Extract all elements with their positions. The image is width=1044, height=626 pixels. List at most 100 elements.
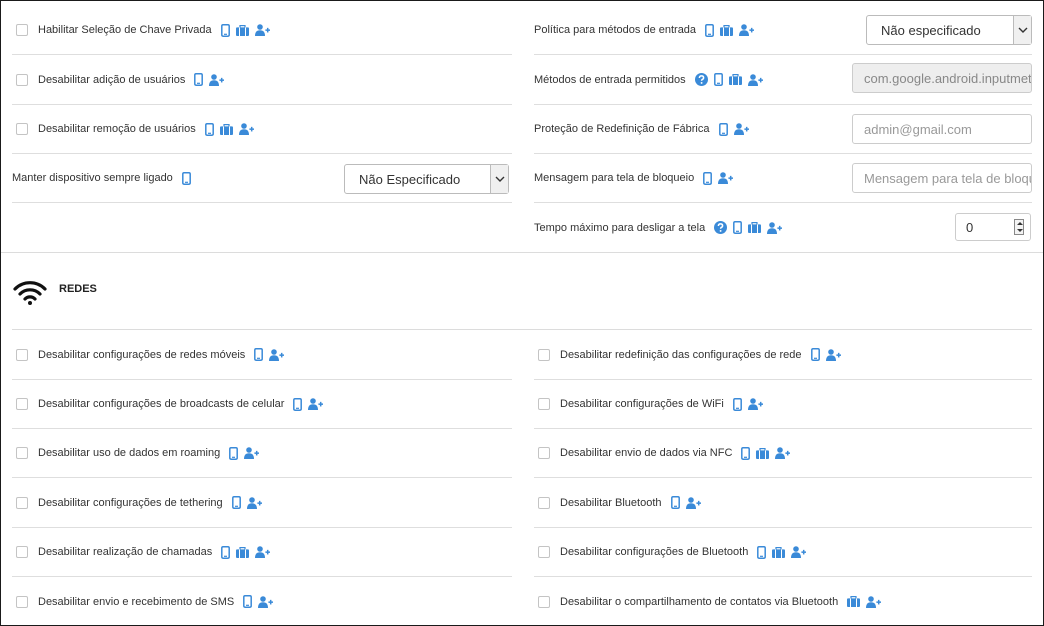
phone-icon <box>757 545 767 559</box>
phone-icon <box>229 446 239 460</box>
checkbox-disable-network-reset[interactable] <box>538 348 550 361</box>
factory-reset-email-input[interactable]: admin@gmail.com <box>852 114 1032 144</box>
select-value: Não especificado <box>881 22 981 38</box>
briefcase-icon <box>219 123 233 135</box>
checkbox-disable-bluetooth-contact-sharing[interactable] <box>538 595 550 608</box>
setting-label: Habilitar Seleção de Chave Privada <box>38 24 212 36</box>
add-user-icon <box>733 123 749 135</box>
setting-label: Tempo máximo para desligar a tela <box>534 221 706 234</box>
phone-icon <box>703 171 713 185</box>
add-user-icon <box>308 398 324 410</box>
setting-label: Política para métodos de entrada <box>534 24 697 36</box>
add-user-icon <box>747 398 763 410</box>
setting-label: Desabilitar o compartilhamento de contat… <box>560 595 839 608</box>
setting-label: Desabilitar configurações de tethering <box>38 496 223 509</box>
briefcase-icon <box>756 447 770 459</box>
row-disable-data-roaming: Desabilitar uso de dados em roaming <box>12 429 512 478</box>
setting-label: Desabilitar envio e recebimento de SMS <box>38 595 235 608</box>
add-user-icon <box>685 496 701 509</box>
row-disable-bluetooth-contact-sharing: Desabilitar o compartilhamento de contat… <box>534 577 1032 626</box>
setting-label: Proteção de Redefinição de Fábrica <box>534 123 710 135</box>
briefcase-icon <box>772 546 786 558</box>
row-disable-cell-broadcasts: Desabilitar configurações de broadcasts … <box>12 380 512 429</box>
checkbox-disable-nfc[interactable] <box>538 447 550 459</box>
phone-icon <box>194 73 204 86</box>
briefcase-icon <box>748 222 762 233</box>
setting-label: Desabilitar configurações de WiFi <box>560 398 724 410</box>
setting-label: Desabilitar redefinição das configuraçõe… <box>560 348 802 361</box>
row-disable-nfc: Desabilitar envio de dados via NFC <box>534 429 1032 478</box>
checkbox-disable-mobile-networks[interactable] <box>16 348 28 361</box>
section-title: REDES <box>59 283 97 295</box>
add-user-icon <box>739 24 755 36</box>
add-user-icon <box>866 595 882 608</box>
briefcase-icon <box>235 24 249 36</box>
setting-label: Desabilitar configurações de Bluetooth <box>560 546 749 558</box>
checkbox-disable-cell-broadcasts[interactable] <box>16 398 28 410</box>
row-disable-bluetooth: Desabilitar Bluetooth <box>534 478 1032 528</box>
phone-icon <box>231 496 241 509</box>
phone-icon <box>713 73 723 86</box>
checkbox-private-key-selection[interactable] <box>16 24 28 36</box>
setting-label: Desabilitar adição de usuários <box>38 73 186 86</box>
add-user-icon <box>747 73 763 86</box>
row-disable-wifi-config: Desabilitar configurações de WiFi <box>534 380 1032 429</box>
number-value: 0 <box>966 219 974 235</box>
input-method-policy-select[interactable]: Não especificado <box>866 15 1032 45</box>
add-user-icon <box>209 73 225 86</box>
briefcase-icon <box>720 24 734 36</box>
setting-label: Desabilitar uso de dados em roaming <box>38 447 221 459</box>
screen-timeout-number-input[interactable]: 0 <box>955 213 1031 241</box>
phone-icon <box>741 446 751 460</box>
wifi-icon <box>13 280 47 309</box>
add-user-icon <box>775 447 791 459</box>
checkbox-disable-data-roaming[interactable] <box>16 447 28 459</box>
setting-label: Desabilitar envio de dados via NFC <box>560 447 733 459</box>
add-user-icon <box>258 595 274 608</box>
checkbox-disable-add-users[interactable] <box>16 73 28 86</box>
add-user-icon <box>238 123 254 135</box>
phone-icon <box>705 23 714 37</box>
add-user-icon <box>825 348 841 361</box>
row-disable-calls: Desabilitar realização de chamadas <box>12 528 512 577</box>
setting-label: Métodos de entrada permitidos <box>534 73 686 86</box>
phone-icon <box>293 397 303 411</box>
keep-device-on-select[interactable]: Não Especificado <box>344 164 509 194</box>
row-disable-add-users: Desabilitar adição de usuários <box>12 55 512 105</box>
phone-icon <box>718 122 728 136</box>
row-disable-remove-users: Desabilitar remoção de usuários <box>12 105 512 154</box>
checkbox-disable-wifi-config[interactable] <box>538 398 550 410</box>
checkbox-disable-sms[interactable] <box>16 595 28 608</box>
phone-icon <box>243 595 253 608</box>
add-user-icon <box>254 24 270 36</box>
help-icon[interactable] <box>714 221 728 234</box>
help-icon[interactable] <box>694 73 708 86</box>
setting-label: Desabilitar remoção de usuários <box>38 123 196 135</box>
setting-label: Desabilitar configurações de broadcasts … <box>38 398 285 410</box>
chevron-down-icon <box>490 165 508 193</box>
setting-label: Manter dispositivo sempre ligado <box>12 172 173 184</box>
row-disable-mobile-networks: Desabilitar configurações de redes móvei… <box>12 330 512 380</box>
row-disable-tethering: Desabilitar configurações de tethering <box>12 478 512 528</box>
lock-screen-message-input[interactable]: Mensagem para tela de bloqu <box>852 163 1032 193</box>
phone-icon <box>221 545 231 559</box>
phone-icon <box>220 23 230 37</box>
add-user-icon <box>255 546 271 558</box>
checkbox-disable-bluetooth[interactable] <box>538 496 550 509</box>
spinner-arrows-icon[interactable] <box>1014 219 1024 235</box>
checkbox-disable-bluetooth-config[interactable] <box>538 546 550 558</box>
section-divider <box>1 252 1043 253</box>
row-disable-network-reset: Desabilitar redefinição das configuraçõe… <box>534 330 1032 380</box>
row-private-key-selection: Habilitar Seleção de Chave Privada <box>12 6 512 55</box>
checkbox-disable-calls[interactable] <box>16 546 28 558</box>
phone-icon <box>254 348 264 361</box>
chevron-down-icon <box>1013 16 1031 44</box>
checkbox-disable-tethering[interactable] <box>16 496 28 509</box>
select-value: Não Especificado <box>359 171 461 187</box>
add-user-icon <box>244 447 260 459</box>
checkbox-disable-remove-users[interactable] <box>16 123 28 135</box>
setting-label: Mensagem para tela de bloqueio <box>534 172 695 184</box>
phone-icon <box>732 397 742 411</box>
setting-label: Desabilitar configurações de redes móvei… <box>38 348 246 361</box>
phone-icon <box>733 221 743 234</box>
